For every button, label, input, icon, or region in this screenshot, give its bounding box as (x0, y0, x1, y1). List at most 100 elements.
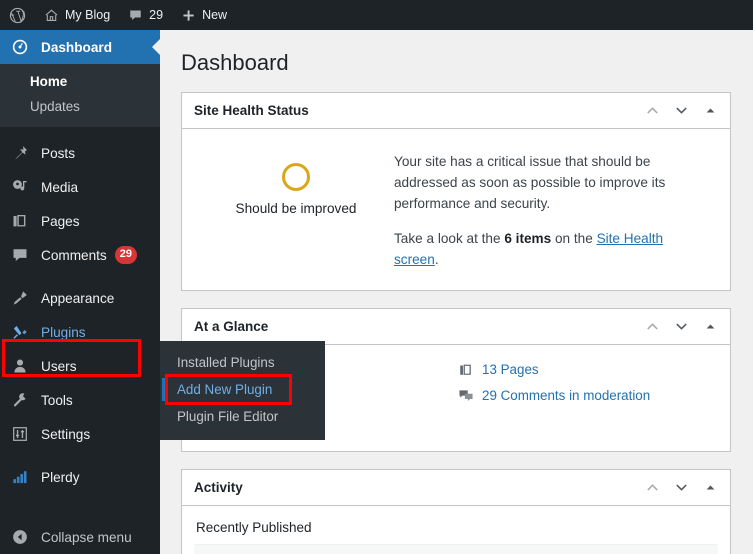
sidebar-item-users[interactable]: Users (0, 349, 160, 383)
plus-icon (181, 8, 196, 23)
sidebar-item-pages-label: Pages (41, 213, 80, 229)
sidebar-item-users-label: Users (41, 358, 77, 374)
adminbar-site-name[interactable]: My Blog (35, 0, 119, 30)
sidebar-separator-1 (0, 127, 160, 136)
home-icon (44, 8, 59, 23)
pages-icon (11, 212, 33, 230)
sidebar-item-comments[interactable]: Comments 29 (0, 238, 160, 272)
sidebar-submenu-dashboard: Home Updates (0, 64, 160, 127)
main-content: Dashboard Site Health Status Should be i… (160, 30, 753, 554)
flyout-item-installed-plugins[interactable]: Installed Plugins (160, 349, 325, 376)
sidebar-current-arrow (152, 39, 160, 55)
adminbar-new-label: New (202, 8, 228, 22)
chevron-down-icon[interactable] (671, 477, 691, 497)
glance-item-pages[interactable]: 13 Pages (456, 357, 718, 383)
sidebar-item-settings[interactable]: Settings (0, 417, 160, 451)
sidebar-item-appearance[interactable]: Appearance (0, 281, 160, 315)
sidebar-item-plugins[interactable]: Plugins (0, 315, 160, 349)
glance-item-pages-label: 13 Pages (482, 362, 539, 378)
sidebar-item-plerdy[interactable]: Plerdy (0, 460, 160, 494)
activity-panel-header: Activity (182, 470, 730, 506)
sidebar-item-dashboard-label: Dashboard (41, 39, 113, 55)
comment-icon (128, 8, 143, 23)
activity-row: Aug 30th, 11:51 am (no title) (194, 543, 718, 554)
toggle-triangle-icon[interactable] (700, 100, 720, 120)
sidebar-item-media[interactable]: Media (0, 170, 160, 204)
sidebar-item-posts[interactable]: Posts (0, 136, 160, 170)
at-a-glance-panel-title: At a Glance (194, 318, 269, 334)
site-health-status: Should be improved (198, 145, 394, 216)
glance-item-comments-moderation-label: 29 Comments in moderation (482, 388, 651, 404)
dashboard-icon (11, 38, 33, 56)
sidebar-item-tools-label: Tools (41, 392, 73, 408)
site-health-description: Your site has a critical issue that shou… (394, 145, 714, 270)
pages-icon (458, 362, 474, 378)
site-health-panel-body: Should be improved Your site has a criti… (182, 129, 730, 290)
activity-panel-body: Recently Published Aug 30th, 11:51 am (n… (182, 506, 730, 554)
site-health-on-the-text: on the (551, 230, 597, 246)
adminbar-site-name-label: My Blog (65, 8, 111, 22)
at-a-glance-panel-header: At a Glance (182, 309, 730, 345)
chevron-up-icon[interactable] (642, 316, 662, 336)
users-icon (11, 357, 33, 375)
adminbar-wp-logo[interactable] (0, 0, 35, 30)
panel-controls (642, 100, 720, 120)
comment-icon (458, 388, 474, 404)
adminbar-new[interactable]: New (172, 0, 236, 30)
sidebar-item-posts-label: Posts (41, 145, 75, 161)
site-health-period: . (434, 251, 439, 267)
site-health-panel-title: Site Health Status (194, 102, 309, 118)
site-health-item-count: 6 items (504, 230, 552, 246)
activity-subheading: Recently Published (196, 519, 312, 535)
sidebar-item-pages[interactable]: Pages (0, 204, 160, 238)
sidebar-flyout-arrow (152, 324, 160, 340)
sidebar-separator-3 (0, 451, 160, 460)
sidebar-item-comments-label: Comments (41, 247, 107, 263)
admin-bar: My Blog 29 New (0, 0, 753, 30)
chevron-down-icon[interactable] (671, 316, 691, 336)
comments-count-badge: 29 (114, 246, 137, 264)
flyout-item-add-new-plugin[interactable]: Add New Plugin (160, 376, 325, 403)
page-title: Dashboard (181, 50, 289, 75)
chevron-down-icon[interactable] (671, 100, 691, 120)
sidebar-item-plugins-label: Plugins (41, 324, 86, 340)
health-progress-ring (282, 162, 310, 191)
site-health-panel: Site Health Status Should be improved Yo… (181, 91, 731, 291)
glance-item-comments-moderation[interactable]: 29 Comments in moderation (456, 383, 718, 409)
panel-controls (642, 316, 720, 336)
collapse-menu-button[interactable]: Collapse menu (0, 520, 160, 554)
comment-icon (11, 246, 33, 264)
collapse-arrow-icon (11, 528, 33, 546)
toggle-triangle-icon[interactable] (700, 477, 720, 497)
adminbar-comments[interactable]: 29 (119, 0, 172, 30)
collapse-menu-label: Collapse menu (41, 529, 132, 545)
chevron-up-icon[interactable] (642, 477, 662, 497)
plugins-flyout-submenu: Installed Plugins Add New Plugin Plugin … (160, 341, 325, 440)
site-health-panel-header: Site Health Status (182, 93, 730, 129)
wordpress-icon (9, 7, 26, 24)
sidebar-separator-2 (0, 272, 160, 281)
site-health-take-a-look-text: Take a look at the (394, 230, 505, 246)
adminbar-comments-count: 29 (149, 8, 164, 22)
appearance-icon (11, 289, 33, 307)
sidebar-item-plerdy-label: Plerdy (41, 469, 80, 485)
site-health-paragraph-2: Take a look at the 6 items on the Site H… (394, 228, 700, 270)
flyout-item-plugin-file-editor[interactable]: Plugin File Editor (160, 403, 325, 430)
sidebar-subitem-updates[interactable]: Updates (0, 94, 160, 119)
sidebar-item-dashboard[interactable]: Dashboard (0, 30, 160, 64)
sidebar-item-tools[interactable]: Tools (0, 383, 160, 417)
activity-panel: Activity Recently Published (181, 468, 731, 554)
plugins-icon (11, 323, 33, 341)
tools-icon (11, 391, 33, 409)
chevron-up-icon[interactable] (642, 100, 662, 120)
site-health-status-label: Should be improved (235, 200, 357, 216)
settings-icon (11, 425, 33, 443)
media-icon (11, 178, 33, 196)
panel-controls (642, 477, 720, 497)
activity-panel-title: Activity (194, 479, 243, 495)
sidebar-item-settings-label: Settings (41, 426, 91, 442)
chart-icon (11, 468, 33, 486)
toggle-triangle-icon[interactable] (700, 316, 720, 336)
sidebar-subitem-home[interactable]: Home (0, 69, 160, 94)
pin-icon (11, 144, 33, 162)
